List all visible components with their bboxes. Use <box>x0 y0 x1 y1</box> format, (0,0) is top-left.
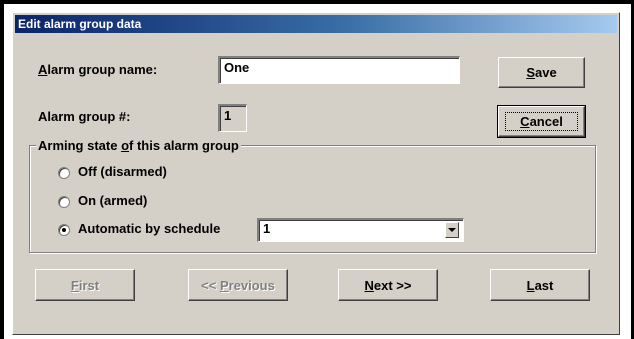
radio-automatic-label[interactable]: Automatic by schedule <box>78 221 220 236</box>
next-button[interactable]: Next >> <box>338 269 438 301</box>
last-button[interactable]: Last <box>490 269 590 301</box>
cancel-button[interactable]: Cancel <box>497 105 586 138</box>
previous-button[interactable]: << Previous <box>188 269 288 301</box>
radio-off-label[interactable]: Off (disarmed) <box>78 164 167 179</box>
window-title: Edit alarm group data <box>18 17 142 31</box>
radio-on[interactable] <box>58 196 70 208</box>
radio-off[interactable] <box>58 167 70 179</box>
alarm-group-number-field: 1 <box>218 104 247 132</box>
cancel-focus-rect: Cancel <box>505 112 578 131</box>
first-button[interactable]: First <box>35 269 135 301</box>
alarm-group-name-label: Alarm group name: <box>38 62 158 77</box>
schedule-dropdown-button[interactable] <box>445 222 459 238</box>
radio-on-label[interactable]: On (armed) <box>78 193 147 208</box>
arming-state-group-label: Arming state of this alarm group <box>36 138 241 153</box>
save-button[interactable]: Save <box>498 57 585 88</box>
radio-automatic[interactable] <box>58 224 70 236</box>
schedule-select-value: 1 <box>263 221 271 236</box>
radio-dot-icon <box>62 228 66 232</box>
title-bar: Edit alarm group data <box>15 15 617 33</box>
alarm-group-name-input[interactable]: One <box>218 56 460 84</box>
outer-border-left <box>0 0 4 339</box>
outer-border-top <box>0 0 634 4</box>
alarm-group-number-label: Alarm group #: <box>38 109 131 124</box>
chevron-down-icon <box>448 228 456 232</box>
schedule-select[interactable]: 1 <box>257 218 464 242</box>
